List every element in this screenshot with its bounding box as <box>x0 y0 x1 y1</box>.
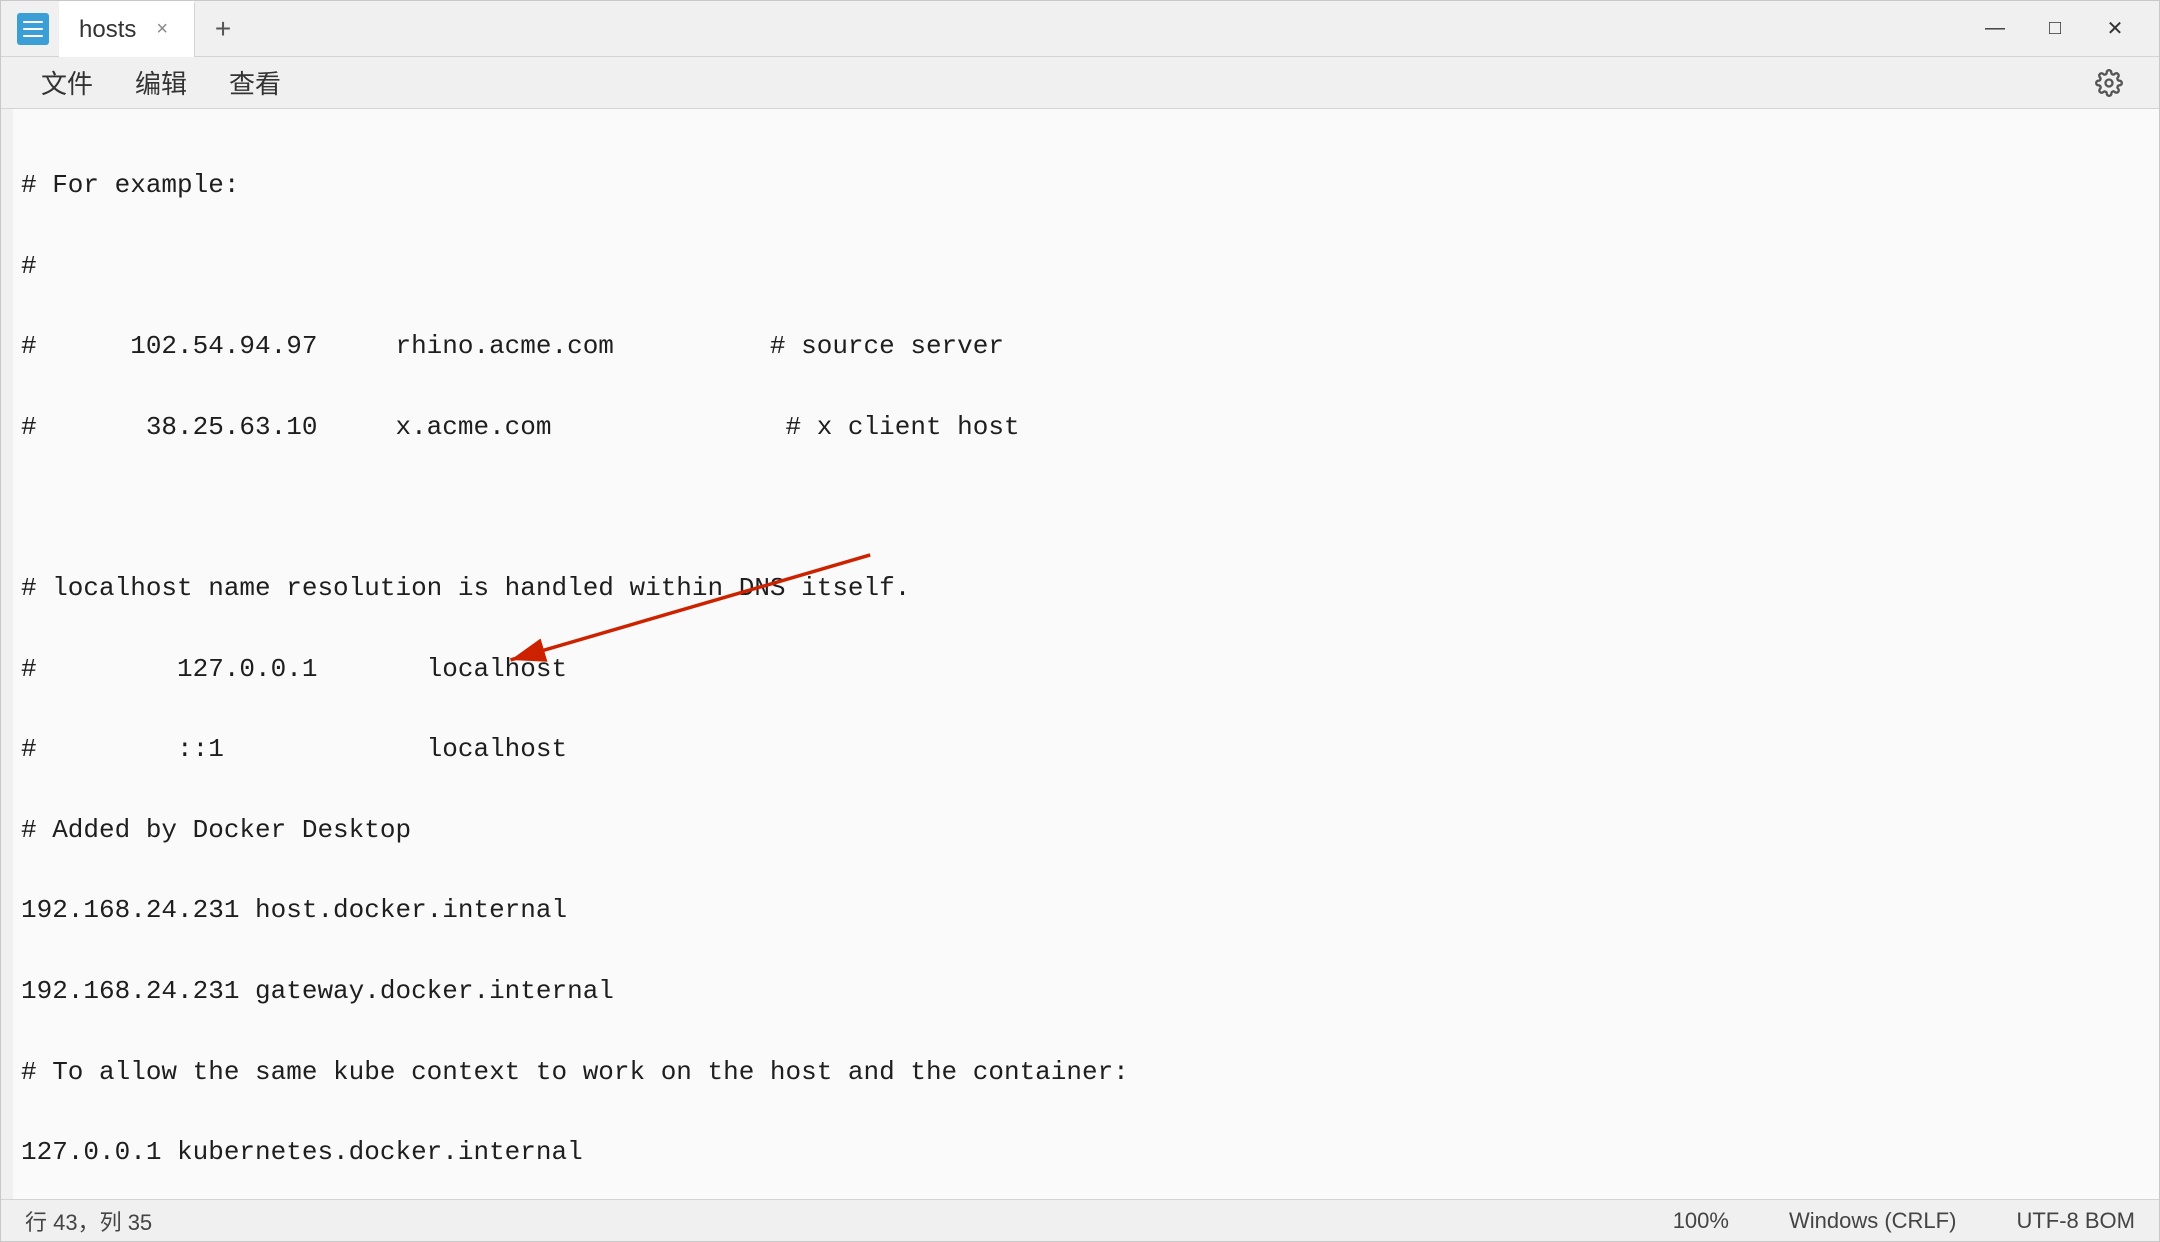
tab-label: hosts <box>79 16 136 44</box>
editor-wrapper: # For example: # # 102.54.94.97 rhino.ac… <box>1 109 2159 1199</box>
status-bar: 行 43，列 35 100% Windows (CRLF) UTF-8 BOM <box>1 1199 2159 1241</box>
line-11: 192.168.24.231 gateway.docker.internal <box>21 971 2119 1011</box>
editor-content[interactable]: # For example: # # 102.54.94.97 rhino.ac… <box>1 109 2159 1199</box>
cursor-position: 行 43，列 35 <box>25 1205 152 1237</box>
app-icon-lines <box>23 21 43 37</box>
new-tab-button[interactable]: + <box>199 5 247 53</box>
line-1: # For example: <box>21 165 2119 205</box>
line-5 <box>21 488 2119 528</box>
main-window: hosts × + — □ ✕ 文件 编辑 查看 # For example: … <box>0 0 2160 1242</box>
line-endings: Windows (CRLF) <box>1789 1208 1956 1234</box>
app-icon <box>17 13 49 45</box>
minimize-button[interactable]: — <box>1967 9 2023 49</box>
line-9: # Added by Docker Desktop <box>21 810 2119 850</box>
zoom-level: 100% <box>1673 1208 1729 1234</box>
line-12: # To allow the same kube context to work… <box>21 1052 2119 1092</box>
maximize-button[interactable]: □ <box>2027 9 2083 49</box>
settings-icon[interactable] <box>2083 57 2135 109</box>
close-button[interactable]: ✕ <box>2087 9 2143 49</box>
menu-edit[interactable]: 编辑 <box>119 56 203 109</box>
line-8: # ::1 localhost <box>21 729 2119 769</box>
line-7: # 127.0.0.1 localhost <box>21 649 2119 689</box>
menu-bar: 文件 编辑 查看 <box>1 57 2159 109</box>
line-6: # localhost name resolution is handled w… <box>21 568 2119 608</box>
window-controls: — □ ✕ <box>1967 9 2143 49</box>
title-bar-left: hosts × + <box>17 1 1967 57</box>
status-right: 100% Windows (CRLF) UTF-8 BOM <box>1673 1208 2135 1234</box>
line-13: 127.0.0.1 kubernetes.docker.internal <box>21 1132 2119 1172</box>
line-10: 192.168.24.231 host.docker.internal <box>21 890 2119 930</box>
menu-view[interactable]: 查看 <box>213 56 297 109</box>
tab-hosts[interactable]: hosts × <box>59 1 195 57</box>
line-4: # 38.25.63.10 x.acme.com # x client host <box>21 407 2119 447</box>
encoding: UTF-8 BOM <box>2016 1208 2135 1234</box>
title-bar: hosts × + — □ ✕ <box>1 1 2159 57</box>
tab-close-button[interactable]: × <box>150 16 174 43</box>
menu-file[interactable]: 文件 <box>25 56 109 109</box>
line-2: # <box>21 246 2119 286</box>
line-3: # 102.54.94.97 rhino.acme.com # source s… <box>21 326 2119 366</box>
